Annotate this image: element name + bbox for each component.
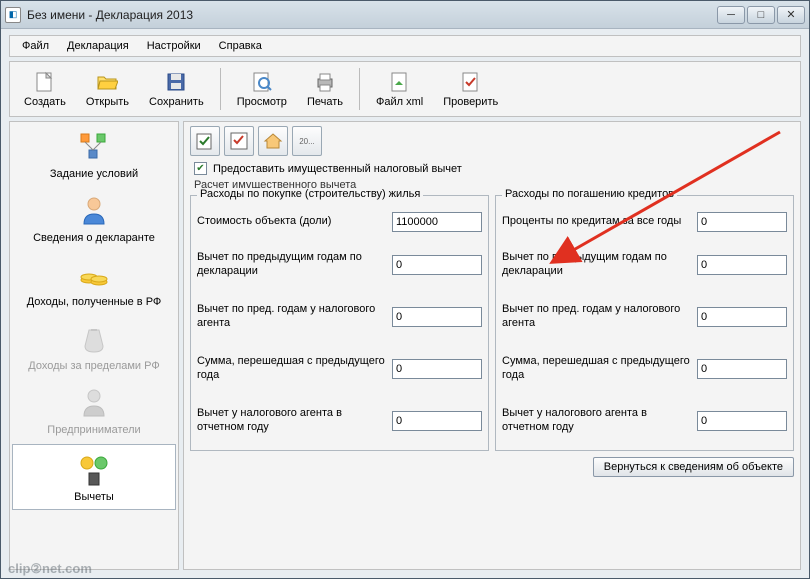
deductions-icon xyxy=(77,453,111,487)
toolbar-separator xyxy=(359,68,360,110)
loan-agent-current-input[interactable] xyxy=(697,411,787,431)
object-cost-label: Стоимость объекта (доли) xyxy=(197,215,386,229)
preview-icon xyxy=(250,70,274,94)
sidebar-item-label: Сведения о декларанте xyxy=(33,232,155,244)
loan-prev-decl-label: Вычет по предыдущим годам по декларации xyxy=(502,251,691,279)
toolbar-preview[interactable]: Просмотр xyxy=(227,68,297,110)
deduction-type-standard-button[interactable] xyxy=(190,126,220,156)
deduction-type-property-button[interactable] xyxy=(258,126,288,156)
loan-agent-current-label: Вычет у налогового агента в отчетном год… xyxy=(502,407,691,435)
agent-current-year-label: Вычет у налогового агента в отчетном год… xyxy=(197,407,386,435)
sidebar-item-label: Доходы за пределами РФ xyxy=(28,360,159,372)
loan-group-title: Расходы по погашению кредитов xyxy=(502,188,677,200)
businessman-icon xyxy=(77,386,111,420)
sidebar-item-entrepreneur: Предприниматели xyxy=(10,378,178,442)
prev-years-decl-input[interactable] xyxy=(392,255,482,275)
save-icon xyxy=(164,70,188,94)
person-icon xyxy=(77,194,111,228)
app-window: ◧ Без имени - Декларация 2013 ─ □ ✕ Файл… xyxy=(0,0,810,579)
window-title: Без имени - Декларация 2013 xyxy=(27,8,193,22)
carryover-input[interactable] xyxy=(392,359,482,379)
xml-file-icon xyxy=(388,70,412,94)
sidebar-item-income-foreign: Доходы за пределами РФ xyxy=(10,314,178,378)
carryover-label: Сумма, перешедшая с предыдущего года xyxy=(197,355,386,383)
toolbar-open[interactable]: Открыть xyxy=(76,68,139,110)
sidebar-item-declarant[interactable]: Сведения о декларанте xyxy=(10,186,178,250)
menu-declaration[interactable]: Декларация xyxy=(59,38,137,54)
deduction-type-toolbar: 20... xyxy=(190,126,794,156)
agent-current-year-input[interactable] xyxy=(392,411,482,431)
menu-help[interactable]: Справка xyxy=(211,38,270,54)
purchase-expenses-group: Расходы по покупке (строительству) жилья… xyxy=(190,195,489,451)
print-icon xyxy=(313,70,337,94)
loan-prev-decl-input[interactable] xyxy=(697,255,787,275)
sidebar-item-deductions[interactable]: Вычеты xyxy=(12,444,176,510)
provide-deduction-label: Предоставить имущественный налоговый выч… xyxy=(213,163,462,175)
loan-carryover-label: Сумма, перешедшая с предыдущего года xyxy=(502,355,691,383)
coins-icon xyxy=(77,258,111,292)
sidebar-item-label: Доходы, полученные в РФ xyxy=(27,296,162,308)
back-to-object-button[interactable]: Вернуться к сведениям об объекте xyxy=(593,457,794,477)
toolbar-create[interactable]: Создать xyxy=(14,68,76,110)
loan-expenses-group: Расходы по погашению кредитов Проценты п… xyxy=(495,195,794,451)
sidebar-item-label: Вычеты xyxy=(74,491,114,503)
provide-deduction-row: ✔ Предоставить имущественный налоговый в… xyxy=(194,162,794,175)
prev-years-agent-input[interactable] xyxy=(392,307,482,327)
object-cost-input[interactable] xyxy=(392,212,482,232)
main-toolbar: Создать Открыть Сохранить Просмотр Печа xyxy=(9,61,801,117)
menu-settings[interactable]: Настройки xyxy=(139,38,209,54)
provide-deduction-checkbox[interactable]: ✔ xyxy=(194,162,207,175)
watermark: clip②net.com xyxy=(8,561,92,577)
minimize-button[interactable]: ─ xyxy=(717,6,745,24)
money-bag-icon xyxy=(77,322,111,356)
content-pane: 20... ✔ Предоставить имущественный налог… xyxy=(183,121,801,570)
conditions-icon xyxy=(77,130,111,164)
toolbar-save[interactable]: Сохранить xyxy=(139,68,214,110)
loan-interest-label: Проценты по кредитам за все годы xyxy=(502,215,691,229)
sidebar-item-label: Предприниматели xyxy=(47,424,140,436)
sidebar-item-label: Задание условий xyxy=(50,168,138,180)
deduction-type-social-button[interactable] xyxy=(224,126,254,156)
sidebar-item-income-rf[interactable]: Доходы, полученные в РФ xyxy=(10,250,178,314)
menubar: Файл Декларация Настройки Справка xyxy=(9,35,801,57)
app-icon: ◧ xyxy=(5,7,21,23)
toolbar-separator xyxy=(220,68,221,110)
prev-years-agent-label: Вычет по пред. годам у налогового агента xyxy=(197,303,386,331)
loan-prev-agent-label: Вычет по пред. годам у налогового агента xyxy=(502,303,691,331)
check-file-icon xyxy=(459,70,483,94)
loan-interest-input[interactable] xyxy=(697,212,787,232)
titlebar: ◧ Без имени - Декларация 2013 ─ □ ✕ xyxy=(1,1,809,29)
loan-prev-agent-input[interactable] xyxy=(697,307,787,327)
menu-file[interactable]: Файл xyxy=(14,38,57,54)
maximize-button[interactable]: □ xyxy=(747,6,775,24)
toolbar-check[interactable]: Проверить xyxy=(433,68,508,110)
toolbar-print[interactable]: Печать xyxy=(297,68,353,110)
purchase-group-title: Расходы по покупке (строительству) жилья xyxy=(197,188,423,200)
toolbar-xml[interactable]: Файл xml xyxy=(366,68,433,110)
section-sidebar: Задание условий Сведения о декларанте До… xyxy=(9,121,179,570)
folder-open-icon xyxy=(95,70,119,94)
new-file-icon xyxy=(33,70,57,94)
sidebar-item-conditions[interactable]: Задание условий xyxy=(10,122,178,186)
loan-carryover-input[interactable] xyxy=(697,359,787,379)
deduction-type-page-button[interactable]: 20... xyxy=(292,126,322,156)
page-hint-label: 20... xyxy=(299,137,315,146)
prev-years-decl-label: Вычет по предыдущим годам по декларации xyxy=(197,251,386,279)
close-button[interactable]: ✕ xyxy=(777,6,805,24)
